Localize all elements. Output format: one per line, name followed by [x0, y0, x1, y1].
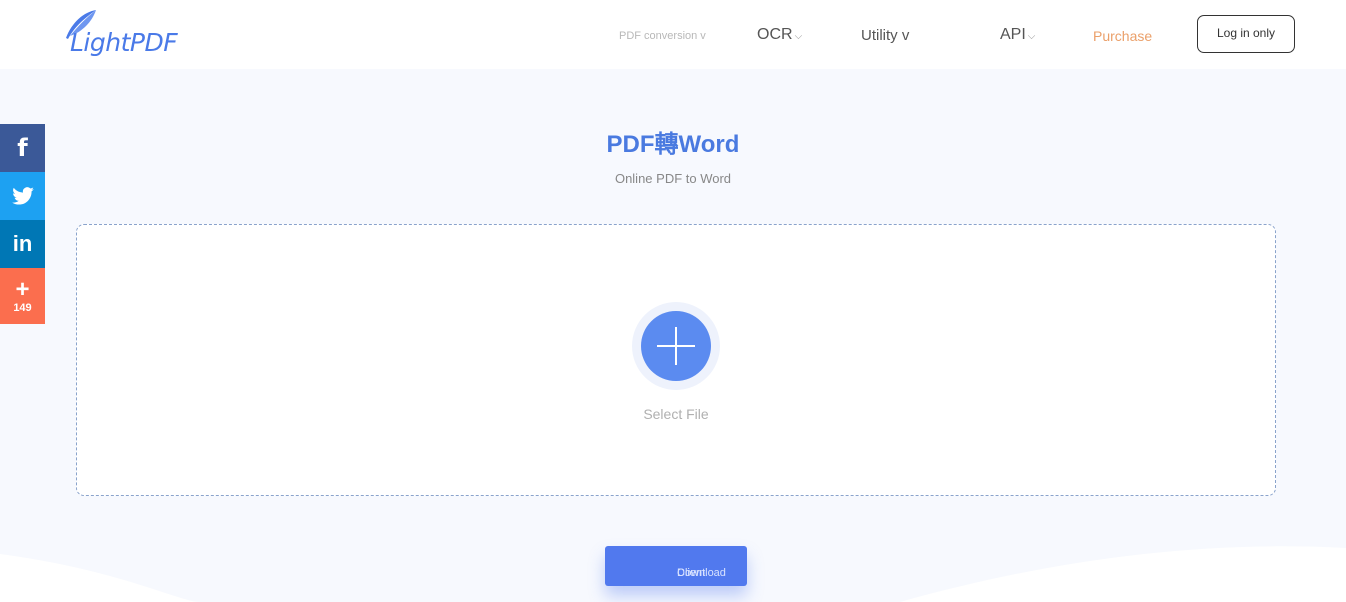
share-linkedin-button[interactable]: in — [0, 220, 45, 268]
twitter-icon — [11, 187, 34, 205]
nav-utility-label: Utility v — [861, 27, 910, 44]
download-label-line2: Client — [677, 567, 706, 579]
download-client-button[interactable]: Download Client — [605, 546, 747, 586]
linkedin-icon: in — [12, 231, 33, 256]
page-subtitle: Online PDF to Word — [614, 171, 732, 186]
plus-icon: + — [15, 276, 30, 303]
logo-text: LightPDF — [70, 28, 178, 57]
nav-utility[interactable]: Utility v — [861, 27, 909, 44]
login-button[interactable]: Log in only — [1197, 15, 1295, 53]
nav-pdf-conversion[interactable]: PDF conversion v — [619, 30, 706, 42]
share-more-button[interactable]: + 149 — [0, 268, 45, 324]
header: LightPDF PDF conversion v OCR ⌵ Utility v… — [0, 0, 1346, 69]
chevron-down-icon: ⌵ — [1027, 31, 1036, 42]
logo[interactable]: LightPDF — [56, 8, 178, 62]
add-file-button[interactable] — [641, 311, 711, 381]
share-count: 149 — [13, 302, 32, 314]
select-file-label[interactable]: Select File — [0, 406, 1346, 422]
page-title: PDF轉Word — [606, 131, 740, 158]
nav-ocr[interactable]: OCR ⌵ — [757, 26, 802, 44]
nav-api[interactable]: API ⌵ — [1000, 26, 1035, 44]
nav-purchase-label: Purchase — [1093, 28, 1153, 44]
nav-purchase[interactable]: Purchase — [1093, 28, 1152, 44]
chevron-down-icon: ⌵ — [794, 31, 803, 42]
nav-ocr-label: OCR — [757, 26, 793, 43]
nav-pdf-conversion-label: PDF conversion v — [619, 30, 706, 42]
nav-api-label: API — [1000, 26, 1026, 43]
